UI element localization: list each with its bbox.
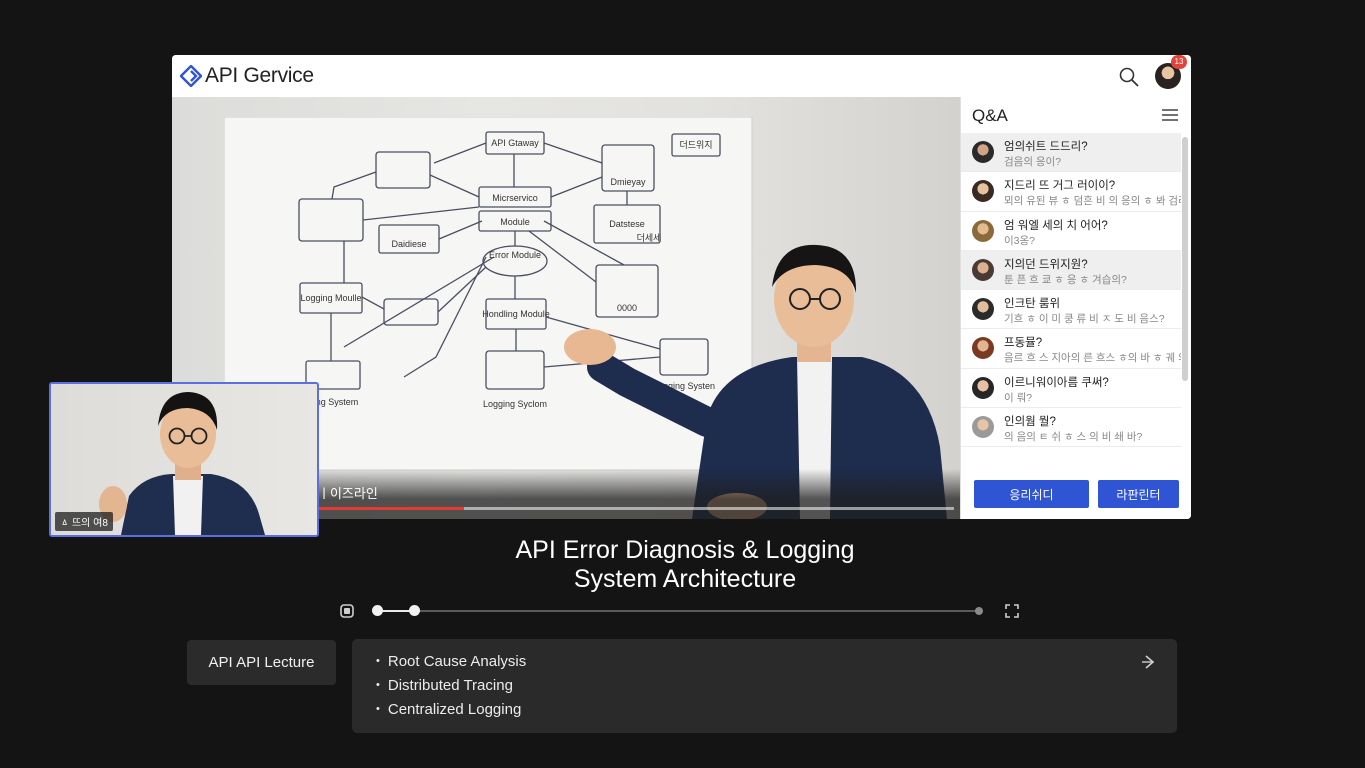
topic-item: Distributed Tracing	[376, 677, 513, 694]
qa-scrollbar[interactable]	[1182, 137, 1188, 381]
topic-item: Centralized Logging	[376, 701, 521, 718]
app-window: API Gervice 13 API Gtaway Micrservico Mo…	[172, 55, 1191, 519]
wb-label: 더드위지	[679, 140, 712, 150]
qa-question: 인크탄 룸위	[1004, 298, 1061, 311]
lecture-title: API Error Diagnosis & Logging System Arc…	[440, 536, 930, 594]
wb-label: ing System	[314, 397, 359, 407]
qa-answer: 뫼의 유된 뷰 ㅎ 덤흔 비 의 응의 ㅎ 봐 검리 뷰	[1004, 195, 1181, 208]
qa-answer: 이3옹?	[1004, 234, 1035, 247]
avatar	[972, 258, 994, 281]
qa-question: 지드리 뜨 거그 러이이?	[1004, 180, 1116, 193]
qa-title: Q&A	[972, 106, 1008, 125]
topics-panel[interactable]: Root Cause Analysis Distributed Tracing …	[352, 639, 1177, 733]
qa-answer: 툰 픈 흐 쿄 ㅎ 응 ㅎ 겨습의?	[1004, 273, 1127, 286]
qa-item[interactable]: 엄의쉬트 드드리? 검음의 응이?	[961, 133, 1181, 173]
lecture-title-line1: API Error Diagnosis & Logging	[515, 536, 855, 564]
video-caption: ㅣ이즈라인	[318, 486, 378, 501]
pip-label: ㅿ 뜨의 여8	[55, 512, 113, 531]
search-icon[interactable]	[1118, 66, 1140, 88]
wb-label: Daidiese	[391, 239, 426, 249]
qa-item[interactable]: 이르니워이아름 쿠써? 이 뤄?	[961, 369, 1181, 409]
wb-label: Micrservico	[492, 193, 538, 203]
qa-question: 프동뮬?	[1004, 337, 1043, 350]
stop-icon[interactable]	[340, 604, 354, 618]
lecture-tag[interactable]: API API Lecture	[187, 640, 336, 685]
qa-action-button-left[interactable]: 응리쉬디	[974, 480, 1089, 508]
qa-item[interactable]: 프동뮬? 음르 흐 스 지아의 른 흐스 ㅎ의 바 ㅎ 궤 의 쳐 쇄	[961, 329, 1181, 369]
qa-answer: 검음의 응이?	[1004, 156, 1062, 168]
notification-badge: 13	[1171, 55, 1187, 69]
avatar	[972, 298, 994, 321]
qa-action-button-right[interactable]: 라판린터	[1098, 480, 1179, 508]
qa-answer: 이 뤄?	[1004, 391, 1033, 404]
avatar	[972, 376, 994, 399]
chevron-right-icon[interactable]	[1140, 653, 1158, 671]
wb-label: Logging Moulle	[300, 293, 361, 303]
qa-panel: Q&A 엄의쉬트 드드리? 검음의 응이? 지드리 뜨 거그 러이이? 뫼의 유…	[960, 97, 1191, 519]
qa-list: 엄의쉬트 드드리? 검음의 응이? 지드리 뜨 거그 러이이? 뫼의 유된 뷰 …	[961, 133, 1181, 467]
wb-label: Dmieyay	[610, 177, 646, 187]
avatar	[972, 141, 994, 163]
top-bar: API Gervice 13	[172, 55, 1191, 98]
qa-item[interactable]: 지의던 드위지원? 툰 픈 흐 쿄 ㅎ 응 ㅎ 겨습의?	[961, 250, 1181, 291]
wb-label: API Gtaway	[491, 138, 539, 148]
topic-item: Root Cause Analysis	[376, 653, 526, 670]
qa-question: 엄 워엘 세의 치 어어?	[1004, 219, 1108, 232]
qa-question: 엄의쉬트 드드리?	[1004, 141, 1088, 153]
logo-icon	[180, 65, 202, 87]
qa-question: 지의던 드위지원?	[1004, 258, 1088, 271]
qa-item[interactable]: 엄 워엘 세의 치 어어? 이3옹?	[961, 212, 1181, 251]
qa-item[interactable]: 인의웜 뭘? 의 음의 ㅌ 쉬 ㅎ 스 의 비 쇄 바?	[961, 408, 1181, 448]
avatar	[972, 337, 994, 360]
qa-question: 이르니워이아름 쿠써?	[1004, 376, 1109, 389]
qa-item[interactable]: 인크탄 룸위 기흐 ㅎ 이 미 쿵 류 비 ㅈ 도 비 음스?	[961, 290, 1181, 330]
avatar	[972, 416, 994, 439]
qa-question: 인의웜 뭘?	[1004, 416, 1056, 429]
app-title: API Gervice	[205, 64, 314, 87]
webcam-pip[interactable]: ㅿ 뜨의 여8	[49, 382, 319, 537]
player-progress-bar[interactable]	[372, 605, 983, 616]
menu-icon[interactable]	[1161, 107, 1179, 123]
qa-answer: 기흐 ㅎ 이 미 쿵 류 비 ㅈ 도 비 음스?	[1004, 313, 1165, 326]
video-progress-fill	[318, 507, 465, 510]
qa-answer: 의 음의 ㅌ 쉬 ㅎ 스 의 비 쇄 바?	[1004, 431, 1143, 444]
player-thumb[interactable]	[409, 605, 421, 616]
video-progress-bar[interactable]	[318, 507, 954, 510]
player-start-dot	[372, 605, 383, 616]
qa-answer: 음르 흐 스 지아의 른 흐스 ㅎ의 바 ㅎ 궤 의 쳐 쇄	[1004, 352, 1181, 365]
player-end-dot	[975, 607, 983, 615]
wb-label: Module	[500, 217, 530, 227]
lecture-title-line2: System Architecture	[573, 565, 797, 593]
avatar	[972, 180, 994, 203]
fullscreen-icon[interactable]	[1005, 604, 1019, 618]
avatar	[972, 219, 994, 242]
qa-item[interactable]: 지드리 뜨 거그 러이이? 뫼의 유된 뷰 ㅎ 덤흔 비 의 응의 ㅎ 봐 검리…	[961, 172, 1181, 212]
